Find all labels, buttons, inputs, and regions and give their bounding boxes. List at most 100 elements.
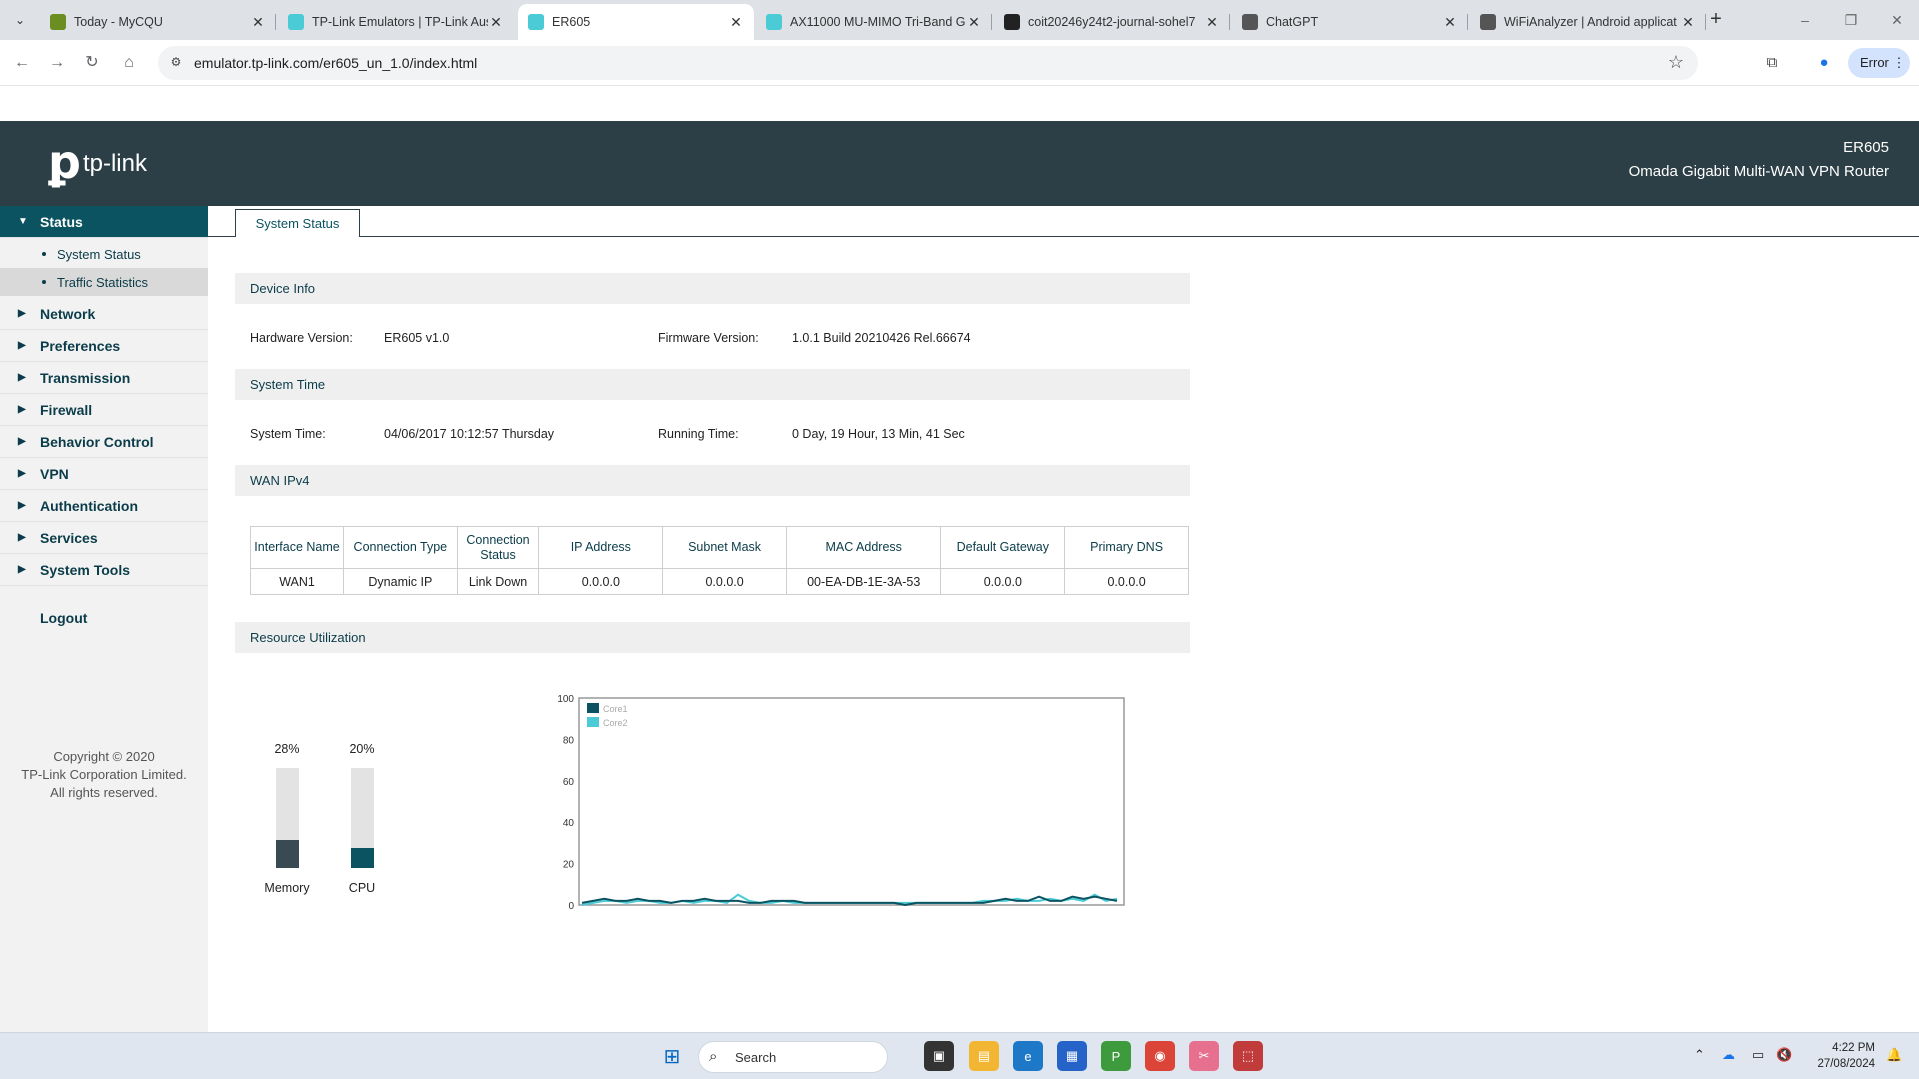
- browser-tab-title: TP-Link Emulators | TP-Link Aus: [312, 15, 488, 29]
- sidebar-item-status[interactable]: ▼ Status: [0, 206, 208, 238]
- app-icon[interactable]: ⬚: [1233, 1041, 1263, 1071]
- restore-icon[interactable]: ❐: [1828, 8, 1874, 32]
- site-info-icon[interactable]: ⚙: [168, 55, 184, 71]
- tplink-favicon: [528, 14, 544, 30]
- caret-right-icon: ▶: [18, 500, 26, 511]
- bullet-icon: [42, 280, 46, 284]
- onedrive-icon[interactable]: ☁: [1722, 1047, 1735, 1063]
- error-button[interactable]: Error ⋮: [1848, 48, 1910, 78]
- close-window-icon[interactable]: ✕: [1874, 8, 1919, 32]
- sidebar-item-preferences[interactable]: ▶ Preferences: [0, 330, 208, 362]
- hardware-version-value: ER605 v1.0: [384, 331, 450, 345]
- windows-start-icon[interactable]: ⊞: [657, 1041, 687, 1071]
- browser-tab[interactable]: AX11000 MU-MIMO Tri-Band G ✕: [756, 4, 992, 40]
- cpu-label: CPU: [348, 881, 376, 895]
- profile-avatar-icon[interactable]: ●: [1812, 51, 1836, 75]
- sidebar-item-authentication[interactable]: ▶ Authentication: [0, 490, 208, 522]
- browser-tab-strip: ⌄ Today - MyCQU ✕ TP-Link Emulators | TP-L…: [0, 0, 1919, 40]
- sidebar-item-transmission[interactable]: ▶ Transmission: [0, 362, 208, 394]
- pycharm-icon[interactable]: P: [1101, 1041, 1131, 1071]
- sidebar-item-services[interactable]: ▶ Services: [0, 522, 208, 554]
- sidebar-subitem-label: Traffic Statistics: [57, 274, 149, 290]
- task-view-icon[interactable]: ▣: [924, 1041, 954, 1071]
- tab-search-chevron-icon[interactable]: ⌄: [8, 8, 32, 32]
- url-text[interactable]: emulator.tp-link.com/er605_un_1.0/index.…: [194, 55, 477, 71]
- tab-system-status[interactable]: System Status: [235, 209, 360, 237]
- wan-table-header: Interface Name Connection Type Connection …: [249, 526, 1189, 569]
- close-tab-icon[interactable]: ✕: [250, 14, 266, 31]
- error-label: Error: [1860, 55, 1889, 70]
- new-tab-button[interactable]: +: [1704, 8, 1728, 32]
- copyright-line: TP-Link Corporation Limited.: [21, 767, 187, 782]
- memory-gauge: [276, 768, 299, 868]
- browser-tab[interactable]: TP-Link Emulators | TP-Link Aus ✕: [278, 4, 514, 40]
- home-button[interactable]: ⌂: [117, 51, 141, 75]
- tplink-logo-mark-icon: ꝑ: [48, 135, 81, 189]
- caret-down-icon: ▼: [18, 216, 28, 227]
- caret-right-icon: ▶: [18, 468, 26, 479]
- close-tab-icon[interactable]: ✕: [1680, 14, 1696, 31]
- bookmark-star-icon[interactable]: ☆: [1668, 52, 1684, 73]
- tray-chevron-up-icon[interactable]: ⌃: [1694, 1047, 1705, 1063]
- browser-tab[interactable]: ER605 ✕: [518, 4, 754, 40]
- sidebar-item-label: System Tools: [40, 561, 130, 578]
- copyright: Copyright © 2020 TP-Link Corporation Lim…: [0, 748, 208, 802]
- sidebar-subitem-traffic-statistics[interactable]: Traffic Statistics: [0, 268, 208, 296]
- sidebar-item-system-tools[interactable]: ▶ System Tools: [0, 554, 208, 586]
- sidebar-item-network[interactable]: ▶ Network: [0, 298, 208, 330]
- snipping-tool-icon[interactable]: ✂: [1189, 1041, 1219, 1071]
- memory-gauge-fill: [276, 840, 299, 868]
- system-time-label: System Time:: [250, 427, 326, 441]
- close-tab-icon[interactable]: ✕: [1204, 14, 1220, 31]
- legend-swatch: [587, 717, 599, 727]
- close-tab-icon[interactable]: ✕: [728, 14, 744, 31]
- globe-icon: [1480, 14, 1496, 30]
- address-bar[interactable]: ⚙ emulator.tp-link.com/er605_un_1.0/inde…: [158, 46, 1698, 80]
- taskbar-search[interactable]: ⌕ Search: [698, 1041, 888, 1073]
- legend-label: Core2: [603, 718, 628, 728]
- store-icon[interactable]: ▦: [1057, 1041, 1087, 1071]
- wan-column-header: Subnet Mask: [662, 526, 787, 569]
- taskbar-clock[interactable]: 4:22 PM 27/08/2024: [1817, 1040, 1875, 1072]
- sidebar-item-firewall[interactable]: ▶ Firewall: [0, 394, 208, 426]
- file-explorer-icon[interactable]: ▤: [969, 1041, 999, 1071]
- sidebar-item-vpn[interactable]: ▶ VPN: [0, 458, 208, 490]
- forward-button[interactable]: →: [45, 51, 69, 75]
- section-system-time: System Time: [235, 369, 1190, 400]
- close-tab-icon[interactable]: ✕: [1442, 14, 1458, 31]
- wan-column-header: Connection Status: [456, 526, 540, 569]
- sidebar-item-behavior-control[interactable]: ▶ Behavior Control: [0, 426, 208, 458]
- browser-tab[interactable]: Today - MyCQU ✕: [40, 4, 276, 40]
- sidebar-item-label: Network: [40, 305, 96, 322]
- reload-button[interactable]: ↻: [80, 51, 104, 75]
- browser-tab[interactable]: coit20246y24t2-journal-sohel7 ✕: [994, 4, 1230, 40]
- browser-tab[interactable]: WiFiAnalyzer | Android applicat ✕: [1470, 4, 1706, 40]
- logout-link[interactable]: Logout: [40, 610, 87, 626]
- notification-bell-icon[interactable]: 🔔: [1886, 1047, 1902, 1063]
- extensions-icon[interactable]: ⧉: [1760, 51, 1784, 75]
- chrome-icon[interactable]: ◉: [1145, 1041, 1175, 1071]
- tab-separator: [275, 14, 276, 30]
- y-tick-label: 80: [563, 735, 575, 746]
- browser-tab[interactable]: ChatGPT ✕: [1232, 4, 1468, 40]
- browser-tab-title: coit20246y24t2-journal-sohel7: [1028, 15, 1196, 29]
- tab-separator: [1229, 14, 1230, 30]
- display-icon[interactable]: ▭: [1752, 1047, 1764, 1063]
- edge-icon[interactable]: e: [1013, 1041, 1043, 1071]
- firmware-version-label: Firmware Version:: [658, 331, 759, 345]
- router-header: ꝑ tp-link ER605 Omada Gigabit Multi-WAN …: [0, 121, 1919, 206]
- table-row: WAN1 Dynamic IP Link Down 0.0.0.0 0.0.0.0 00-…: [249, 568, 1189, 595]
- legend-label: Core1: [603, 704, 628, 714]
- search-icon: ⌕: [709, 1048, 718, 1065]
- close-tab-icon[interactable]: ✕: [488, 14, 504, 31]
- minimize-icon[interactable]: –: [1782, 8, 1828, 32]
- table-cell: 0.0.0.0: [940, 568, 1066, 595]
- volume-muted-icon[interactable]: 🔇: [1776, 1047, 1792, 1063]
- close-tab-icon[interactable]: ✕: [966, 14, 982, 31]
- table-cell: 0.0.0.0: [1064, 568, 1189, 595]
- back-button[interactable]: ←: [10, 51, 34, 75]
- sidebar-subitem-system-status[interactable]: System Status: [0, 240, 208, 268]
- browser-tab-title: WiFiAnalyzer | Android applicat: [1504, 15, 1677, 29]
- plot-area: [578, 697, 1125, 906]
- y-tick-label: 40: [563, 818, 575, 829]
